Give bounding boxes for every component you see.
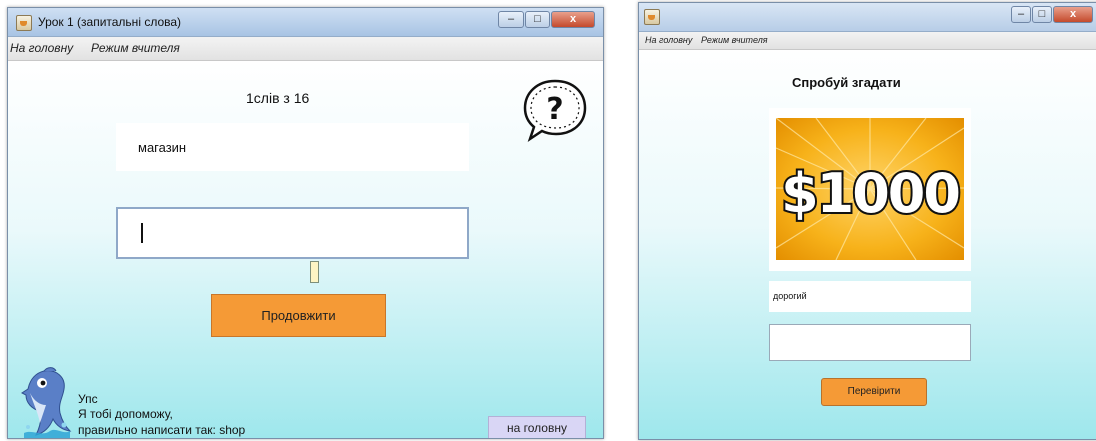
word-display-box: дорогий	[769, 281, 971, 312]
help-line-2: Я тобі допоможу,	[78, 407, 173, 421]
minimize-button[interactable]: –	[1011, 6, 1031, 23]
menu-teacher-mode[interactable]: Режим вчителя	[91, 41, 180, 55]
answer-input[interactable]	[769, 324, 971, 361]
right-quiz-panel: Спробуй згадати $1000 дорогий Перевірити	[639, 50, 1096, 439]
close-button[interactable]: x	[1053, 6, 1093, 23]
left-app-window: Урок 1 (запитальні слова) – □ x На голов…	[7, 7, 604, 439]
prize-money-image: $1000	[776, 118, 964, 260]
help-line-1: Упс	[78, 392, 98, 406]
check-button[interactable]: Перевірити	[821, 378, 927, 406]
menu-teacher-mode[interactable]: Режим вчителя	[701, 35, 768, 45]
java-app-icon	[16, 15, 32, 31]
word-counter: 1слів з 16	[246, 90, 310, 106]
progress-indicator	[310, 261, 319, 283]
minimize-button[interactable]: –	[498, 11, 524, 28]
left-title-bar: Урок 1 (запитальні слова) – □ x	[8, 8, 603, 37]
question-glyph: ?	[546, 92, 563, 127]
right-menu-bar: На головну Режим вчителя	[639, 32, 1096, 50]
answer-input[interactable]	[116, 207, 469, 259]
picture-frame: $1000	[769, 108, 971, 271]
left-menu-bar: На головну Режим вчителя	[8, 37, 603, 61]
menu-home[interactable]: На головну	[10, 41, 73, 55]
left-lesson-panel: 1слів з 16 ? магазин Продовжити Упс Я то	[8, 61, 603, 438]
text-cursor	[141, 223, 143, 243]
java-app-icon	[644, 9, 660, 25]
word-text: магазин	[138, 140, 187, 155]
quiz-heading: Спробуй згадати	[792, 75, 901, 90]
close-button[interactable]: x	[551, 11, 595, 28]
word-text: дорогий	[773, 291, 807, 301]
dolphin-mascot	[21, 367, 72, 438]
right-app-window: – □ x На головну Режим вчителя Спробуй з…	[638, 2, 1096, 440]
maximize-button[interactable]: □	[1032, 6, 1052, 23]
menu-home[interactable]: На головну	[645, 35, 692, 45]
prize-amount-text: $1000	[781, 162, 959, 225]
right-title-bar: – □ x	[639, 3, 1096, 32]
help-line-3: правильно написати так: shop	[78, 423, 246, 437]
help-bubble-icon[interactable]: ?	[519, 75, 591, 147]
left-window-title: Урок 1 (запитальні слова)	[38, 15, 182, 29]
continue-button[interactable]: Продовжити	[211, 294, 386, 337]
word-display-box: магазин	[116, 123, 469, 171]
maximize-button[interactable]: □	[525, 11, 550, 28]
home-button[interactable]: на головну	[488, 416, 586, 438]
